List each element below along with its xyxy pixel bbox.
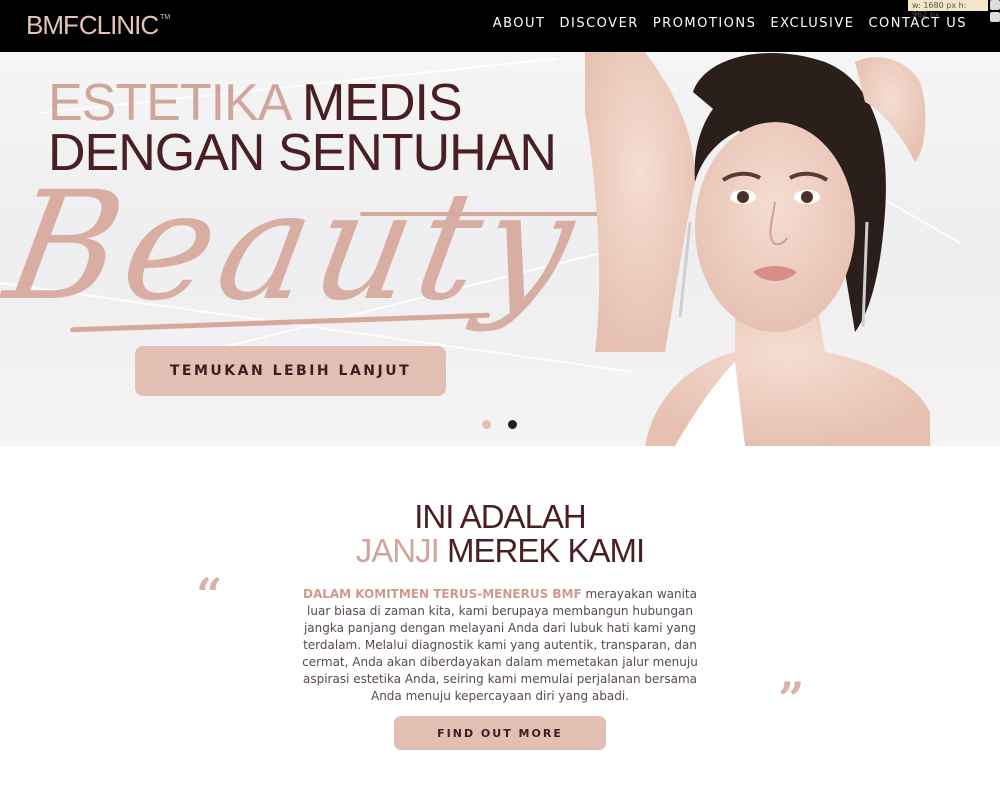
main-nav: ABOUT DISCOVER PROMOTIONS EXCLUSIVE CONT…: [486, 14, 974, 33]
overlay-icons: [990, 0, 1000, 22]
overlay-ruler-icon[interactable]: [990, 12, 1000, 22]
close-quote-mark: ”: [778, 672, 805, 726]
hero-headline-line1: ESTETIKA MEDIS: [48, 77, 556, 129]
promise-heading-dark: MEREK KAMI: [446, 532, 645, 569]
model-portrait-image: [585, 52, 930, 446]
logo-suffix: CLINIC: [78, 9, 159, 40]
promise-paragraph: DALAM KOMITMEN TERUS-MENERUS BMF merayak…: [290, 586, 710, 705]
nav-about[interactable]: ABOUT: [486, 14, 553, 33]
hero-banner: ESTETIKA MEDIS DENGAN SENTUHAN Beauty TE…: [0, 52, 1000, 446]
script-crossbar: [360, 212, 600, 216]
find-out-more-button[interactable]: FIND OUT MORE: [394, 716, 606, 750]
dimension-overlay: w: 1680 px h: 962 px: [908, 0, 1000, 26]
logo-prefix: BMF: [26, 9, 79, 40]
hero-cta-button[interactable]: TEMUKAN LEBIH LANJUT: [135, 346, 446, 396]
slider-dot-2[interactable]: [508, 420, 517, 429]
top-navbar: BMF CLINIC TM ABOUT DISCOVER PROMOTIONS …: [0, 0, 1000, 52]
dimension-label: w: 1680 px h: 962 px: [908, 0, 988, 19]
nav-exclusive[interactable]: EXCLUSIVE: [763, 14, 861, 33]
overlay-tool-icon[interactable]: [990, 0, 1000, 10]
nav-promotions[interactable]: PROMOTIONS: [646, 14, 764, 33]
logo-trademark: TM: [160, 13, 171, 21]
promise-heading-line2: JANJI MEREK KAMI: [0, 534, 1000, 568]
beauty-script-text: Beauty: [0, 160, 592, 334]
slider-dot-1[interactable]: [482, 420, 491, 429]
promise-highlight: DALAM KOMITMEN TERUS-MENERUS BMF: [303, 587, 582, 601]
open-quote-mark: “: [196, 568, 223, 622]
slider-dots: [482, 420, 517, 429]
nav-discover[interactable]: DISCOVER: [553, 14, 646, 33]
promise-body: merayakan wanita luar biasa di zaman kit…: [302, 587, 698, 703]
promise-heading-light: JANJI: [355, 532, 440, 569]
promise-heading-line1: INI ADALAH: [414, 498, 587, 535]
brand-logo[interactable]: BMF CLINIC TM: [26, 10, 170, 40]
promise-heading: INI ADALAH JANJI MEREK KAMI: [0, 500, 1000, 568]
